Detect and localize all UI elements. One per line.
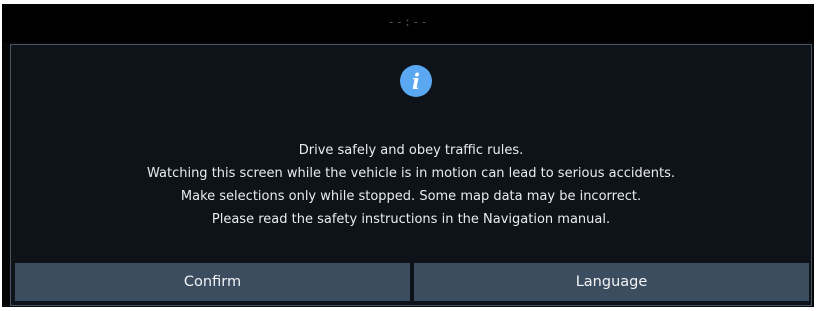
message-line: Drive safely and obey traffic rules.: [298, 143, 524, 158]
language-button[interactable]: Language: [414, 263, 809, 301]
message-line: Watching this screen while the vehicle i…: [146, 166, 675, 181]
info-icon: i: [400, 65, 432, 97]
clock: --:--: [387, 15, 429, 29]
message-line: Please read the safety instructions in t…: [211, 212, 611, 227]
message-line: Make selections only while stopped. Some…: [180, 189, 642, 204]
safety-warning-dialog: i Drive safely and obey traffic rules. W…: [10, 44, 812, 306]
confirm-button[interactable]: Confirm: [15, 263, 410, 301]
dialog-button-row: Confirm Language: [15, 263, 809, 301]
head-unit-screen: --:-- i Drive safely and obey traffic ru…: [2, 4, 814, 307]
safety-message: Drive safely and obey traffic rules. Wat…: [11, 139, 811, 231]
status-bar: --:--: [2, 4, 814, 42]
